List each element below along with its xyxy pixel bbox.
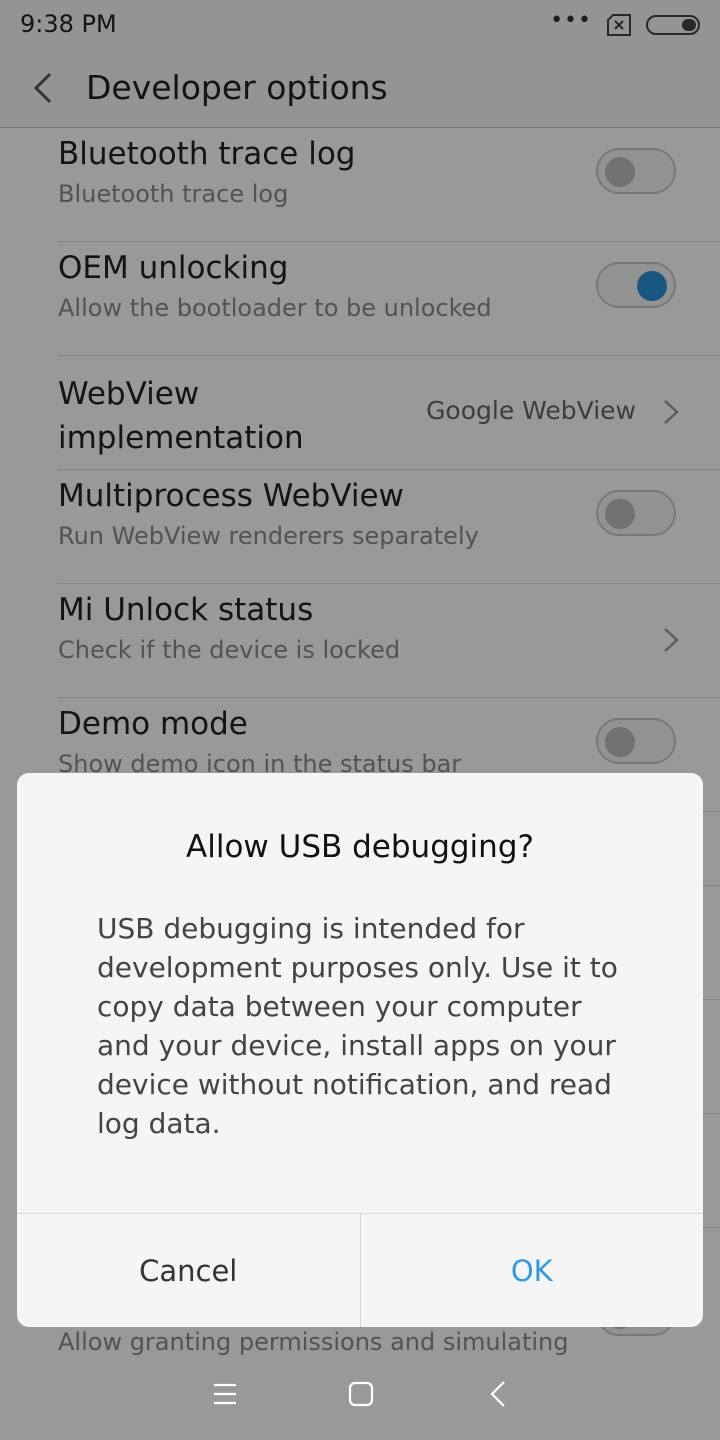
home-icon[interactable] [343, 1376, 379, 1412]
menu-icon[interactable] [207, 1376, 243, 1412]
settings-screen: 9:38 PM ••• Developer options Bluetooth … [0, 0, 720, 1440]
back-icon[interactable] [481, 1376, 517, 1412]
navigation-bar [0, 1344, 720, 1440]
cancel-button[interactable]: Cancel [17, 1214, 361, 1327]
usb-debugging-dialog: Allow USB debugging? USB debugging is in… [17, 773, 703, 1327]
dialog-button-bar: Cancel OK [17, 1213, 703, 1327]
dialog-title: Allow USB debugging? [186, 829, 534, 865]
ok-button[interactable]: OK [361, 1214, 704, 1327]
dialog-message: USB debugging is intended for developmen… [97, 912, 618, 1140]
